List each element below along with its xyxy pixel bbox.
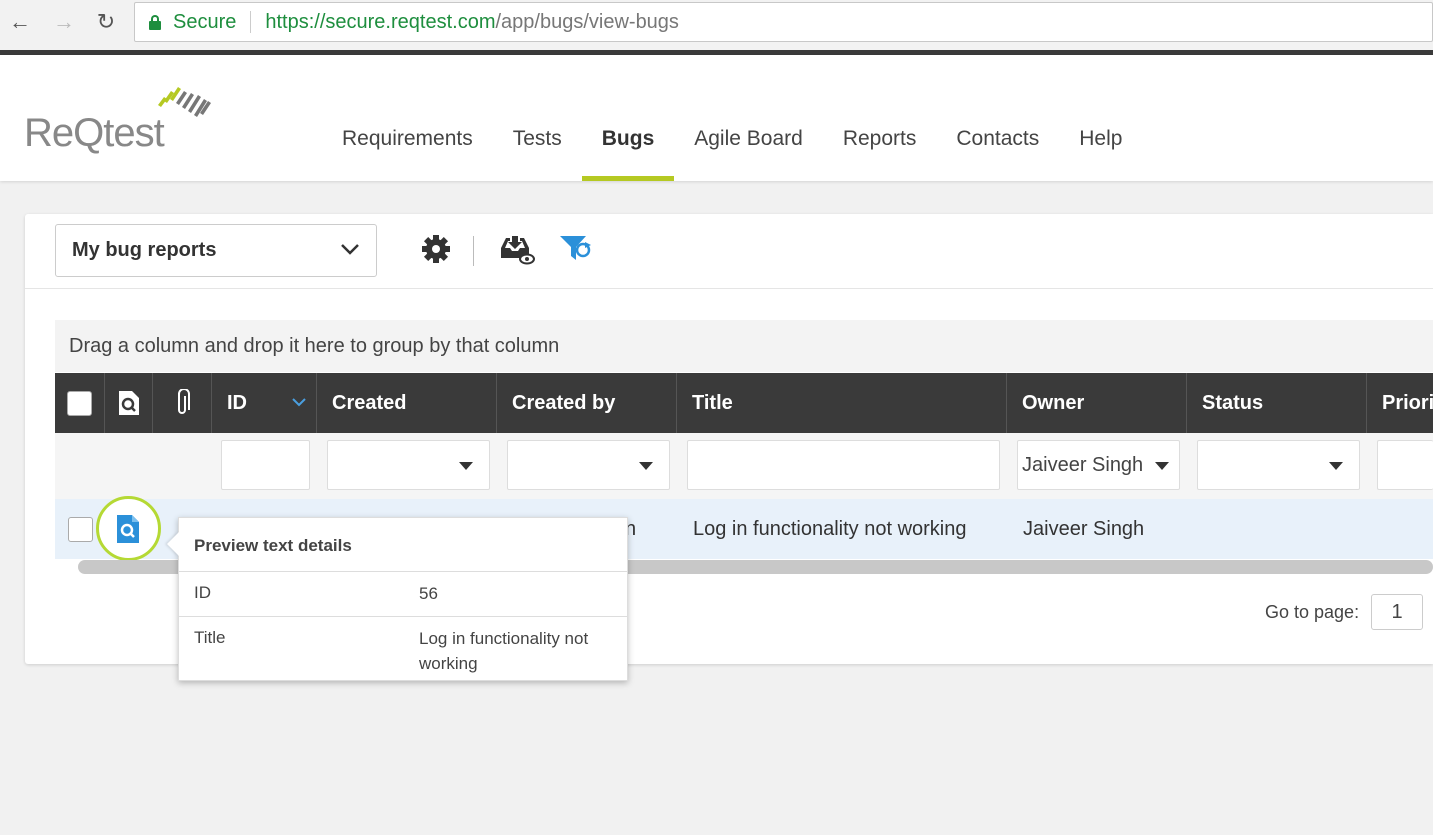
nav-reports[interactable]: Reports: [823, 55, 937, 181]
column-header-title[interactable]: Title: [677, 373, 1007, 433]
nav-requirements[interactable]: Requirements: [322, 55, 493, 181]
secure-label: Secure: [173, 10, 237, 33]
tooltip-row: Title Log in functionality not working: [179, 617, 627, 686]
view-selected-label: My bug reports: [72, 239, 217, 261]
goto-page-input[interactable]: 1: [1371, 594, 1424, 630]
filter-status-select[interactable]: [1197, 440, 1360, 490]
sort-chevron-icon[interactable]: [292, 397, 306, 407]
gear-icon[interactable]: [421, 234, 451, 264]
browser-toolbar: ← → ↻ Secure https://secure.reqtest.com /…: [0, 0, 1433, 50]
filter-created-select[interactable]: [327, 440, 490, 490]
tooltip-value: Log in functionality not working: [419, 629, 589, 673]
toolbar-divider: [473, 236, 474, 266]
tooltip-row: ID 56: [179, 572, 627, 617]
back-icon[interactable]: ←: [6, 8, 34, 36]
tooltip-key: Title: [194, 628, 226, 647]
tooltip-key: ID: [194, 583, 211, 602]
column-header-priority[interactable]: Priori: [1367, 373, 1433, 433]
filter-created-by-select[interactable]: [507, 440, 670, 490]
row-owner: Jaiveer Singh: [1023, 517, 1145, 540]
inbox-download-eye-icon[interactable]: [499, 234, 535, 266]
tooltip-title: Preview text details: [179, 518, 627, 572]
column-header-created-by[interactable]: Created by: [497, 373, 677, 433]
caret-down-icon: [459, 462, 473, 470]
filter-priority-select[interactable]: [1377, 440, 1433, 490]
grid-toolbar: My bug reports: [25, 214, 1433, 289]
filter-owner-value: Jaiveer Singh: [1022, 453, 1144, 476]
paperclip-icon: [178, 389, 190, 414]
caret-down-icon: [1329, 462, 1343, 470]
grid-header: ID Created Created by Title Owner Status…: [55, 373, 1433, 433]
chevron-down-icon: [341, 244, 359, 255]
group-by-hint[interactable]: Drag a column and drop it here to group …: [55, 320, 1433, 372]
filter-refresh-icon[interactable]: [559, 234, 593, 264]
view-selector[interactable]: My bug reports: [55, 224, 377, 277]
nav-bugs[interactable]: Bugs: [581, 55, 675, 181]
filter-title-input[interactable]: [687, 440, 1000, 490]
column-header-status[interactable]: Status: [1187, 373, 1367, 433]
url-path: /app/bugs/view-bugs: [495, 10, 679, 33]
column-header-created[interactable]: Created: [317, 373, 497, 433]
forward-icon[interactable]: →: [50, 8, 78, 36]
tooltip-value: 56: [419, 584, 438, 603]
row-title: Log in functionality not working: [693, 517, 967, 540]
preview-column-header: [105, 373, 153, 433]
address-divider: [250, 11, 252, 33]
goto-page: Go to page: 1: [1265, 594, 1424, 630]
preview-tooltip: Preview text details ID 56 Title Log in …: [178, 517, 628, 681]
document-search-icon: [118, 391, 139, 415]
caret-down-icon: [639, 462, 653, 470]
main-nav: Requirements Tests Bugs Agile Board Repo…: [322, 55, 1142, 181]
column-id-label: ID: [227, 391, 247, 414]
filter-id-input[interactable]: [221, 440, 310, 490]
filter-row: Jaiveer Singh: [55, 433, 1433, 499]
nav-help[interactable]: Help: [1059, 55, 1142, 181]
nav-agile-board[interactable]: Agile Board: [674, 55, 823, 181]
lock-icon: [149, 15, 161, 30]
logo-text: ReQtest: [24, 111, 165, 155]
goto-page-label: Go to page:: [1265, 601, 1360, 622]
address-bar[interactable]: Secure https://secure.reqtest.com/app/bu…: [134, 2, 1433, 42]
reload-icon[interactable]: ↻: [92, 8, 120, 36]
attachment-column-header: [153, 373, 212, 433]
select-all-cell: [55, 373, 105, 433]
row-checkbox[interactable]: [68, 517, 93, 542]
reqtest-logo[interactable]: ReQtest: [24, 83, 214, 155]
column-header-id[interactable]: ID: [212, 373, 317, 433]
nav-tests[interactable]: Tests: [493, 55, 582, 181]
filter-owner-select[interactable]: Jaiveer Singh: [1017, 440, 1180, 490]
app-header: ReQtest Requirements Tests Bugs Agile Bo…: [0, 55, 1433, 181]
preview-document-search-icon[interactable]: [116, 514, 140, 544]
select-all-checkbox[interactable]: [67, 390, 92, 416]
nav-contacts[interactable]: Contacts: [936, 55, 1059, 181]
caret-down-icon: [1155, 462, 1169, 470]
url-host: https://secure.reqtest.com: [265, 10, 496, 33]
column-header-owner[interactable]: Owner: [1007, 373, 1187, 433]
